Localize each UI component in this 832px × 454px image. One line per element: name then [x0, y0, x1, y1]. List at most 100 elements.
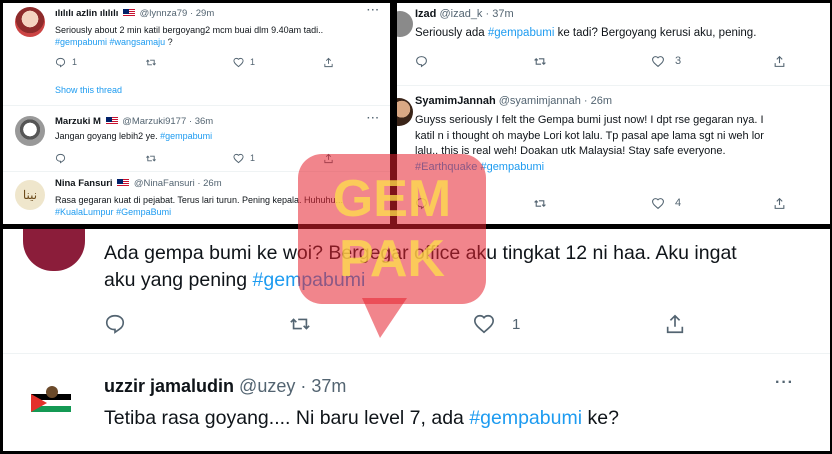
avatar[interactable] [27, 378, 77, 428]
reply-icon [416, 55, 427, 67]
handle[interactable]: @lynnza79 [140, 8, 188, 19]
avatar[interactable] [15, 7, 45, 37]
show-thread-link[interactable]: Show this thread [55, 85, 122, 95]
tweet-text-line: Seriously about 2 min katil bergoyang2 m… [55, 25, 324, 35]
handle[interactable]: @NinaFansuri [134, 178, 195, 189]
reply-icon [55, 57, 66, 68]
like-button[interactable]: 4 [651, 197, 773, 210]
hashtag[interactable]: #wangsamaju [110, 37, 166, 47]
reply-button[interactable] [415, 55, 533, 68]
tweet-header: SyamimJannah @syamimjannah · 26m [415, 95, 612, 107]
tweet-marzuki[interactable]: Marzuki M @Marzuki9177 · 36m ··· Jangan … [3, 106, 390, 172]
hashtag[interactable]: #gempabumi [253, 269, 366, 291]
like-count: 1 [512, 315, 521, 333]
display-name[interactable]: uzzir jamaludin [104, 376, 234, 396]
timestamp[interactable]: 37m [492, 8, 513, 20]
separator: · [197, 178, 201, 189]
timestamp[interactable]: 36m [195, 116, 213, 127]
reply-button[interactable] [55, 153, 145, 164]
tweet-nina[interactable]: ﻧﻴﻨﺎ Nina Fansuri @NinaFansuri · 26m Ras… [3, 172, 390, 224]
timestamp[interactable]: 26m [591, 95, 612, 107]
tweet-text-before: Tetiba rasa goyang.... Ni baru level 7, … [104, 407, 464, 429]
heart-icon [652, 197, 664, 209]
hashtag[interactable]: #KualaLumpur [55, 207, 114, 217]
more-options-icon[interactable]: ··· [775, 374, 794, 392]
handle[interactable]: @Marzuki9177 [122, 116, 186, 127]
retweet-icon [534, 199, 546, 207]
reply-button[interactable] [415, 197, 533, 210]
avatar[interactable] [23, 229, 85, 271]
share-button[interactable] [323, 57, 334, 68]
retweet-icon [146, 59, 156, 65]
reply-icon [55, 153, 66, 164]
like-count: 1 [250, 153, 256, 163]
question-mark: ? [167, 37, 173, 47]
tweet-syamimjannah[interactable]: SyamimJannah @syamimjannah · 26m Guyss s… [397, 86, 830, 224]
display-name[interactable]: Izad [415, 8, 436, 20]
retweet-button[interactable] [145, 57, 233, 68]
avatar[interactable]: ﻧﻴﻨﺎ [15, 180, 45, 210]
more-options-icon[interactable]: ··· [367, 113, 380, 124]
tweet-office[interactable]: Ada gempa bumi ke woi? Bergegar office a… [3, 229, 830, 354]
separator: · [300, 376, 307, 396]
handle[interactable]: @syamimjannah [499, 95, 581, 107]
separator: · [485, 8, 490, 20]
display-name[interactable]: Nina Fansuri [55, 178, 113, 189]
tweet-izad[interactable]: Izad @izad_k · 37m Seriously ada #gempab… [397, 3, 830, 86]
timestamp[interactable]: 26m [203, 178, 221, 189]
tweet-azlin[interactable]: ılılılı azlin ılılılı @lynnza79 · 29m ··… [3, 3, 390, 106]
us-flag-icon [117, 179, 130, 188]
like-button[interactable]: 1 [233, 153, 323, 164]
heart-icon [652, 55, 664, 67]
avatar[interactable] [15, 116, 45, 146]
retweet-button[interactable] [533, 197, 651, 210]
tweet-text-before: Seriously ada [415, 27, 485, 39]
hashtag[interactable]: #gempabumi [480, 161, 544, 173]
tweet-uzzir[interactable]: uzzir jamaludin @uzey · 37m ··· Tetiba r… [3, 354, 830, 451]
avatar[interactable] [397, 98, 413, 126]
tweet-hashtags: #KualaLumpur #GempaBumi [55, 206, 385, 218]
tweet-text-plain: Jangan goyang lebih2 ye. [55, 131, 158, 141]
retweet-button[interactable] [145, 153, 233, 164]
share-icon [324, 57, 333, 67]
reply-button[interactable]: 1 [55, 57, 145, 68]
retweet-button[interactable] [533, 55, 651, 68]
handle[interactable]: @izad_k [439, 8, 482, 20]
hashtag[interactable]: #gempabumi [488, 27, 554, 39]
avatar[interactable] [397, 11, 413, 37]
timestamp[interactable]: 37m [311, 376, 346, 396]
tweet-text-after: ke? [587, 407, 619, 429]
bottom-panel: Ada gempa bumi ke woi? Bergegar office a… [3, 229, 830, 451]
handle[interactable]: @uzey [239, 376, 295, 396]
timestamp[interactable]: 29m [196, 8, 214, 19]
hashtag[interactable]: #Earthquake [415, 161, 477, 173]
share-button[interactable] [664, 313, 686, 335]
hashtag[interactable]: #gempabumi [55, 37, 107, 47]
like-button[interactable]: 1 [233, 57, 323, 68]
like-count: 1 [250, 57, 256, 67]
share-button[interactable] [773, 55, 786, 68]
tweet-text-line: lalu.. this is real weh! Doakan utk Mala… [415, 145, 726, 157]
retweet-icon [534, 57, 546, 65]
tweet-header: Marzuki M @Marzuki9177 · 36m [55, 116, 213, 127]
display-name[interactable]: ılılılı azlin ılılılı [55, 8, 118, 19]
hashtag[interactable]: #gempabumi [469, 407, 582, 429]
share-button[interactable] [323, 153, 334, 164]
hashtag[interactable]: #GempaBumi [116, 207, 171, 217]
display-name[interactable]: Marzuki M [55, 116, 101, 127]
separator: · [188, 116, 193, 127]
more-options-icon[interactable]: ··· [367, 5, 380, 16]
display-name[interactable]: SyamimJannah [415, 95, 496, 107]
tweet-text: Jangan goyang lebih2 ye. #gempabumi [55, 131, 212, 141]
heart-icon [474, 314, 494, 334]
reply-icon [416, 197, 427, 209]
retweet-button[interactable] [288, 313, 472, 335]
like-button[interactable]: 3 [651, 55, 773, 68]
share-button[interactable] [773, 197, 786, 210]
reply-button[interactable] [104, 313, 288, 335]
hashtag[interactable]: #gempabumi [160, 131, 212, 141]
like-button[interactable]: 1 [472, 313, 664, 335]
tweet-text-plain: aku yang pening [104, 269, 248, 291]
tweet-header: Izad @izad_k · 37m [415, 8, 514, 20]
retweet-icon [290, 318, 310, 330]
